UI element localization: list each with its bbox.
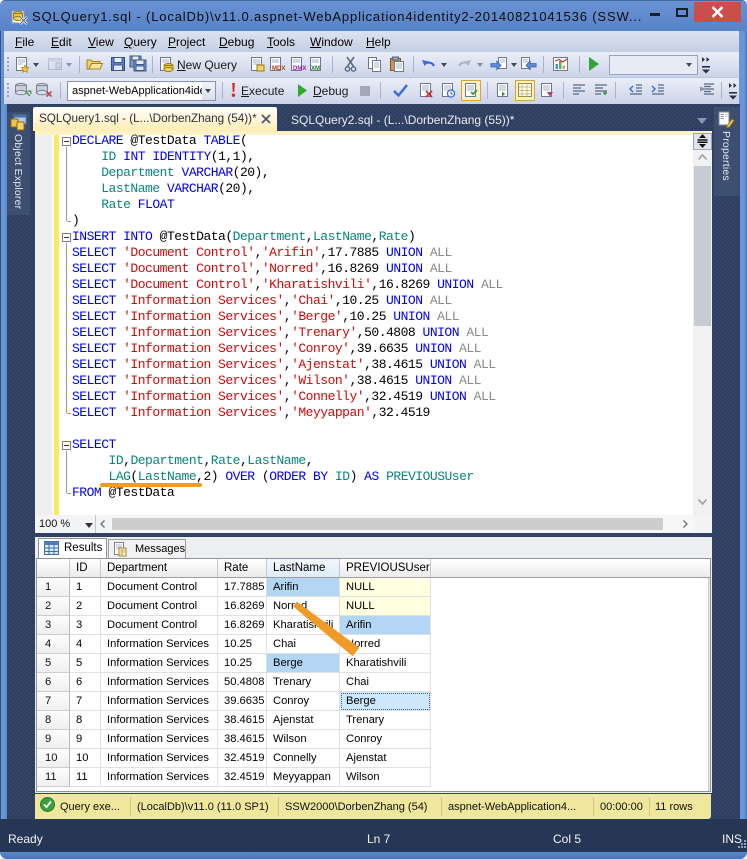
svg-text:DMX: DMX [293,66,306,72]
svg-text:MDX: MDX [272,66,285,72]
svg-text:XM: XM [311,66,320,72]
